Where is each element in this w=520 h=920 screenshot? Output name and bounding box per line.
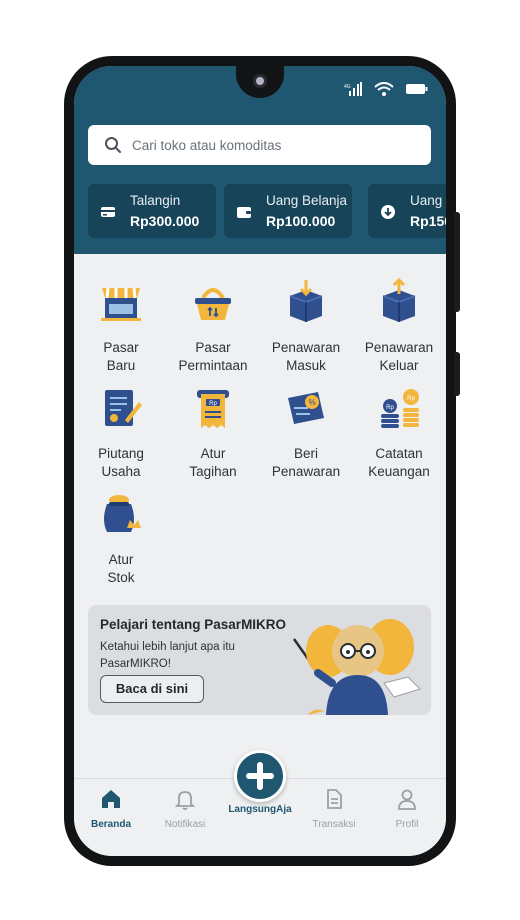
app-screen: 4G Cari toko atau komoditas Talangin Rp3… (74, 66, 446, 856)
wallet-card-talangin[interactable]: Talangin Rp300.000 (88, 184, 216, 238)
market-stall-icon (101, 287, 141, 321)
search-bar[interactable] (88, 125, 431, 165)
receivable-document-icon (105, 390, 142, 426)
basket-icon (195, 288, 231, 320)
signal-icon: 4G (344, 82, 362, 96)
nav-label: Profil (395, 819, 419, 830)
nav-label: Transaksi (312, 819, 356, 830)
menu-label: Tagihan (189, 464, 237, 479)
status-bar: 4G (344, 82, 428, 96)
volume-button (454, 352, 460, 396)
wallet-cards: Talangin Rp300.000 Uang Belanja Rp100.00… (88, 184, 446, 240)
search-input[interactable] (132, 137, 402, 153)
invoice-icon: Rp (197, 390, 229, 428)
menu-label: Atur (108, 552, 134, 567)
card-icon (101, 207, 115, 217)
box-out-icon (382, 277, 416, 322)
svg-text:Rp: Rp (209, 401, 217, 407)
langsungaja-button[interactable] (234, 750, 286, 802)
power-button (454, 212, 460, 312)
nav-label: Notifikasi (164, 819, 206, 830)
menu-label: Piutang (98, 446, 144, 461)
menu-label: Penawaran (271, 340, 341, 355)
menu-label: Penawaran (364, 340, 434, 355)
menu-atur-stok[interactable]: Atur Stok (74, 490, 169, 587)
menu-label: Stok (107, 570, 135, 585)
wifi-icon (374, 82, 394, 96)
front-camera (253, 74, 267, 88)
header: 4G Cari toko atau komoditas Talangin Rp3… (74, 66, 446, 254)
nav-beranda[interactable]: Beranda (74, 788, 148, 830)
plus-icon (246, 762, 274, 790)
read-here-button[interactable]: Baca di sini (100, 675, 204, 703)
menu-label: Permintaan (178, 358, 248, 373)
menu-label: Pasar (103, 340, 139, 355)
discount-ticket-icon: % (288, 392, 324, 424)
document-icon (327, 789, 342, 809)
wallet-name: Uang Belanja (266, 193, 348, 208)
nav-label: Beranda (90, 819, 131, 830)
wallet-card-uang-belanja[interactable]: Uang Belanja Rp100.000 (224, 184, 352, 238)
search-icon (105, 137, 121, 153)
coins-icon: Rp Rp (381, 389, 419, 428)
menu-penawaran-keluar[interactable]: Penawaran Keluar (351, 277, 446, 375)
menu-penawaran-masuk[interactable]: Penawaran Masuk (258, 278, 354, 375)
banner-description: Ketahui lebih lanjut apa itu PasarMIKRO! (100, 641, 235, 670)
menu-label: Baru (106, 358, 136, 373)
menu-label: Keuangan (368, 464, 430, 479)
svg-text:%: % (308, 398, 315, 407)
menu-label: Penawaran (271, 464, 341, 479)
menu-label: Catatan (375, 446, 423, 461)
svg-text:4G: 4G (344, 84, 351, 90)
wallet-card-uang[interactable]: Uang Rp150 (368, 184, 446, 238)
menu-label: Atur (200, 446, 226, 461)
menu-label: Usaha (101, 464, 141, 479)
wallet-amount: Rp150 (410, 213, 446, 229)
wallet-amount: Rp100.000 (266, 213, 336, 229)
svg-text:Rp: Rp (407, 396, 415, 402)
wallet-name: Talangin (130, 193, 181, 208)
menu-label: Pasar (195, 340, 231, 355)
nav-profil[interactable]: Profil (370, 788, 444, 830)
box-in-icon (289, 280, 323, 322)
menu-catatan-keuangan[interactable]: Rp Rp Catatan Keuangan (351, 384, 446, 481)
banner-title: Pelajari tentang PasarMIKRO (100, 617, 287, 632)
wallet-icon (237, 207, 251, 218)
user-icon (398, 789, 416, 810)
learn-banner: Pelajari tentang PasarMIKRO Ketahui lebi… (88, 605, 431, 715)
menu-beri-penawaran[interactable]: % Beri Penawaran (258, 384, 354, 481)
menu-atur-tagihan[interactable]: Rp Atur Tagihan (165, 384, 261, 481)
home-icon (102, 790, 120, 808)
bell-icon (174, 791, 196, 810)
wallet-amount: Rp300.000 (130, 213, 200, 229)
menu-label: Masuk (286, 358, 326, 373)
langsungaja-label: LangsungAja (228, 804, 292, 815)
menu-label: Keluar (379, 358, 419, 373)
menu-label: Beri (293, 446, 318, 461)
menu-pasar-permintaan[interactable]: Pasar Permintaan (165, 278, 261, 375)
svg-text:Rp: Rp (386, 405, 394, 411)
battery-icon (406, 84, 428, 94)
elephant-mascot-illustration (292, 619, 421, 715)
download-circle-icon (381, 205, 395, 219)
menu-pasar-baru[interactable]: Pasar Baru (74, 278, 169, 375)
stock-sack-icon (104, 495, 141, 532)
menu-piutang-usaha[interactable]: Piutang Usaha (74, 384, 169, 481)
wallet-name: Uang (410, 193, 443, 208)
